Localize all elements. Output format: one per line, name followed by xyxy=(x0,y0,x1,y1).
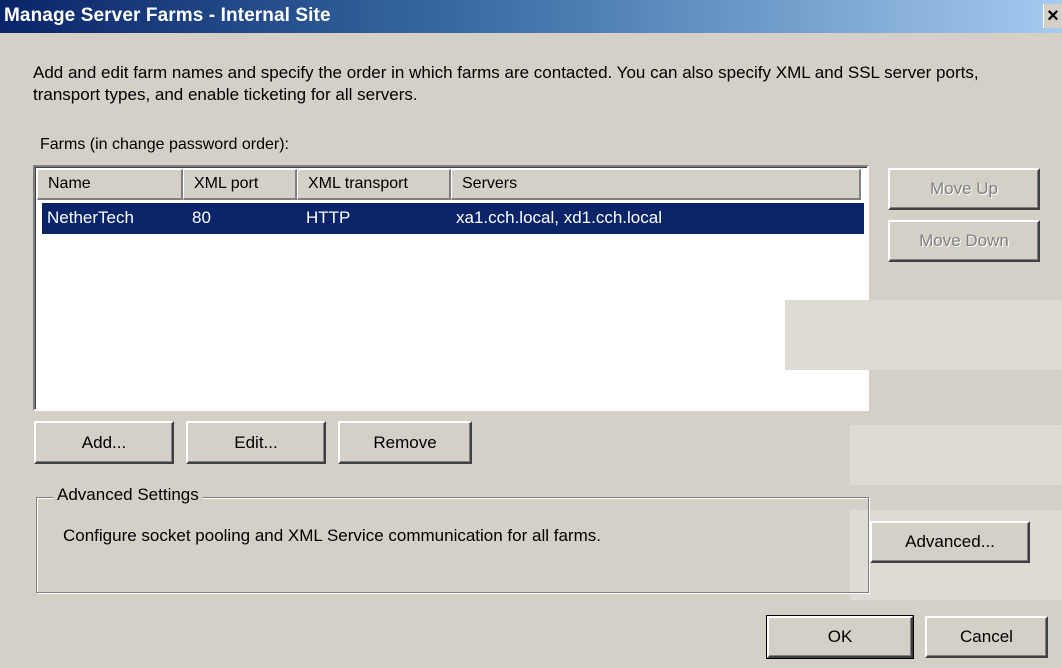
edit-farm-button[interactable]: Edit... xyxy=(186,421,326,464)
ok-button-label: OK xyxy=(827,627,853,646)
window-title: Manage Server Farms - Internal Site xyxy=(4,5,331,26)
remove-button-label: Remove xyxy=(373,432,437,452)
dialog-description: Add and edit farm names and specify the … xyxy=(33,63,979,104)
farms-list-header: Name XML port XML transport Servers xyxy=(37,169,867,200)
farms-list-label: Farms (in change password order): xyxy=(40,136,289,153)
farm-xml-transport-cell: HTTP xyxy=(306,208,351,227)
column-header-xml-port[interactable]: XML port xyxy=(183,169,297,200)
advanced-settings-group: Advanced Settings Configure socket pooli… xyxy=(36,485,869,593)
column-header-xml-transport[interactable]: XML transport xyxy=(297,169,451,200)
move-up-button-label: Move Up xyxy=(929,179,999,198)
move-up-button[interactable]: Move Up xyxy=(888,168,1040,210)
edit-button-label: Edit... xyxy=(234,432,278,452)
background-artifact xyxy=(850,425,1062,485)
farm-xml-port-cell: 80 xyxy=(192,208,211,227)
move-down-button-label: Move Down xyxy=(919,231,1009,250)
add-farm-button[interactable]: Add... xyxy=(34,421,174,464)
advanced-settings-description: Configure socket pooling and XML Service… xyxy=(63,526,601,545)
close-icon[interactable]: × xyxy=(1043,4,1062,28)
cancel-button[interactable]: Cancel xyxy=(925,616,1048,658)
farm-servers-cell: xa1.cch.local, xd1.cch.local xyxy=(456,208,662,227)
background-artifact xyxy=(785,300,1062,370)
manage-server-farms-dialog: Manage Server Farms - Internal Site × Ad… xyxy=(0,0,1062,668)
farms-list[interactable]: Name XML port XML transport Servers Neth… xyxy=(33,165,869,411)
farm-name-cell: NetherTech xyxy=(47,208,134,227)
column-header-name[interactable]: Name xyxy=(37,169,183,200)
remove-farm-button[interactable]: Remove xyxy=(338,421,472,464)
advanced-settings-title: Advanced Settings xyxy=(53,485,203,505)
table-row[interactable]: NetherTech 80 HTTP xa1.cch.local, xd1.cc… xyxy=(42,203,864,234)
advanced-button-label: Advanced... xyxy=(905,532,995,551)
cancel-button-label: Cancel xyxy=(960,627,1013,646)
title-bar[interactable]: Manage Server Farms - Internal Site × xyxy=(0,0,1062,33)
move-down-button[interactable]: Move Down xyxy=(888,220,1040,262)
add-button-label: Add... xyxy=(81,432,127,452)
column-header-servers[interactable]: Servers xyxy=(451,169,861,200)
ok-button[interactable]: OK xyxy=(766,615,914,659)
advanced-button[interactable]: Advanced... xyxy=(870,521,1030,563)
